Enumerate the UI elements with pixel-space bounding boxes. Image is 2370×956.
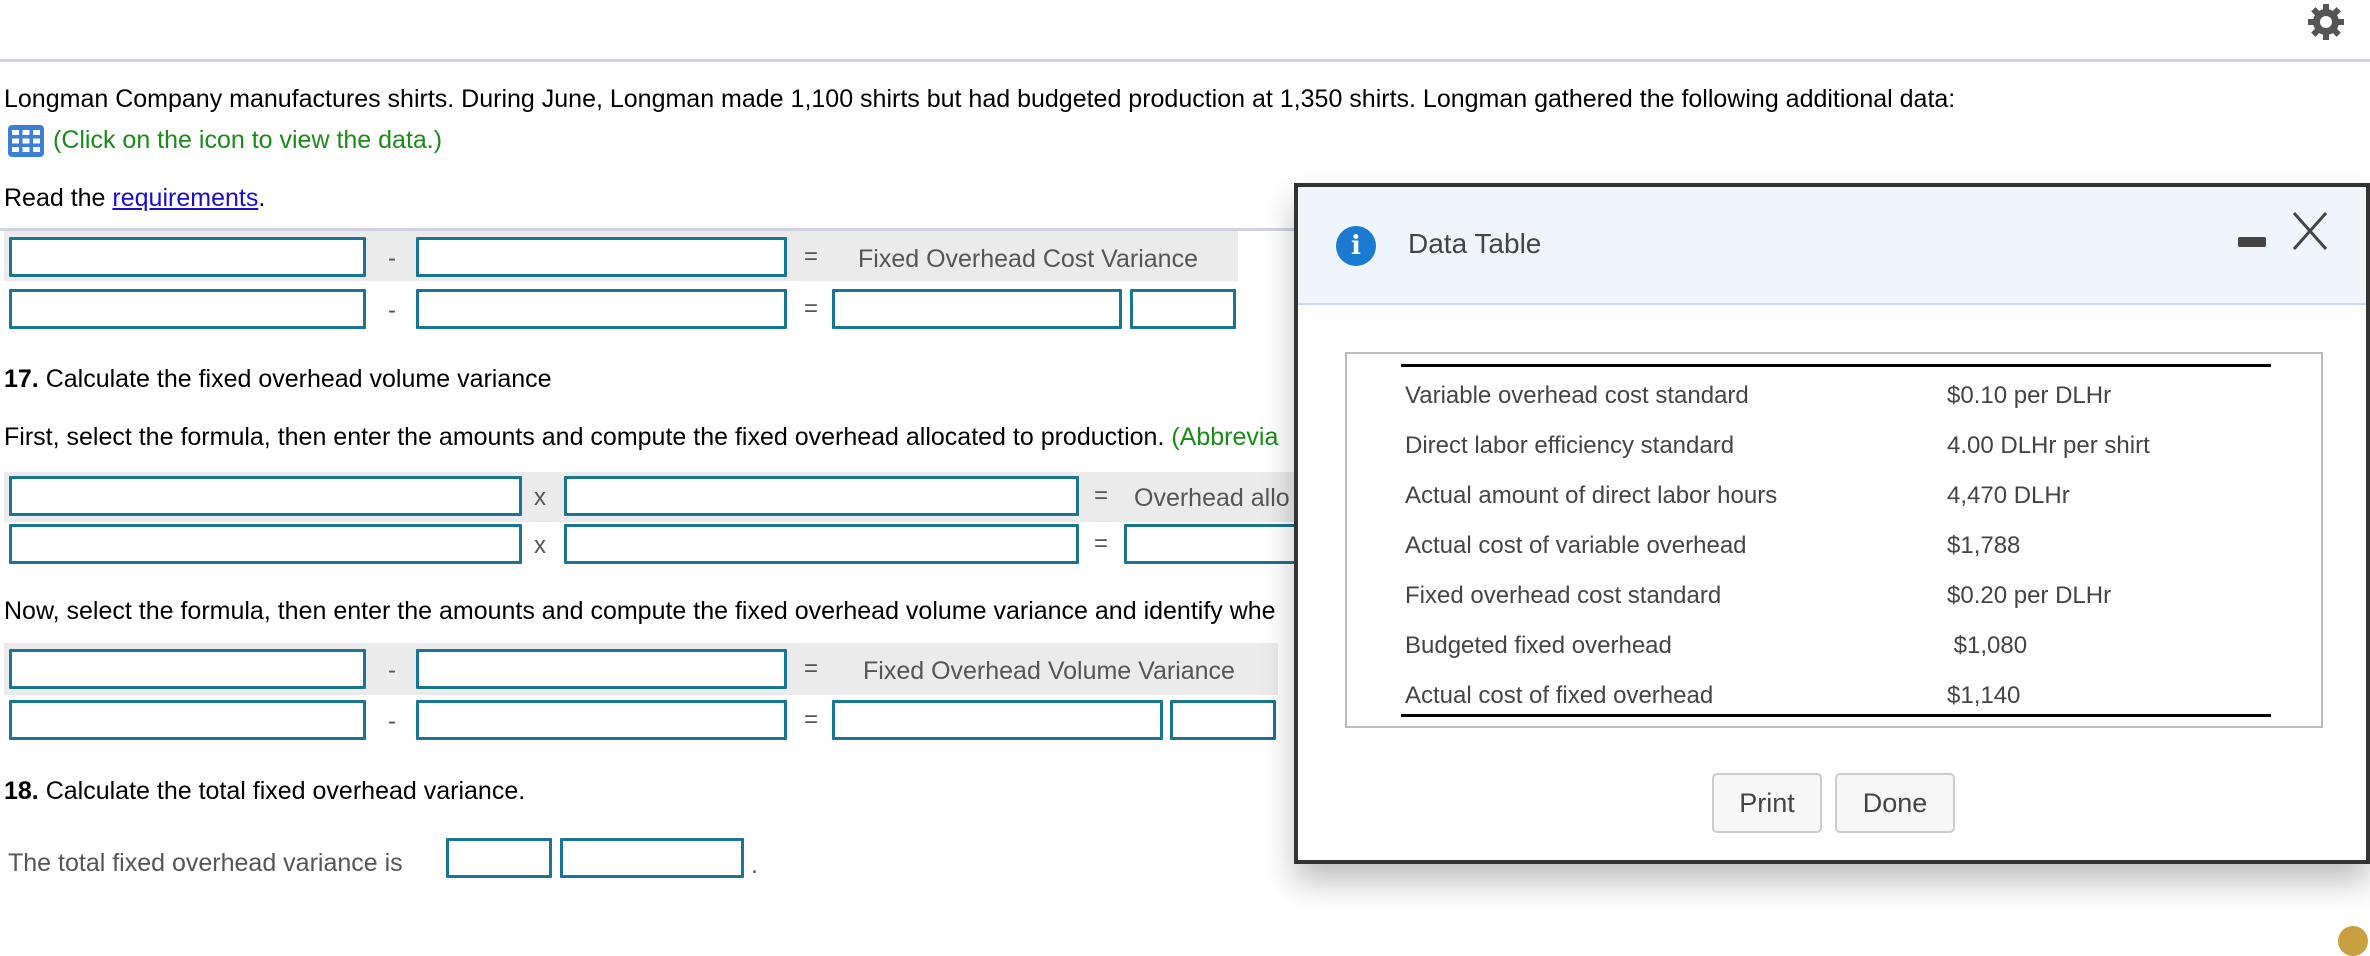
result-type-select[interactable]	[1170, 700, 1276, 740]
formula-select-b[interactable]	[416, 237, 787, 277]
table-top-rule	[1401, 364, 2271, 367]
equals-operator: =	[1094, 482, 1109, 509]
amount-input-b[interactable]	[416, 700, 787, 740]
read-prefix: Read the	[4, 184, 113, 212]
table-row-label: Actual cost of fixed overhead	[1405, 682, 1714, 709]
total-variance-amount-input[interactable]	[446, 838, 552, 878]
data-table: Variable overhead cost standard $0.10 pe…	[1345, 352, 2323, 728]
instruction-volume-variance: Now, select the formula, then enter the …	[4, 597, 1276, 625]
done-button[interactable]: Done	[1835, 773, 1955, 833]
view-data-link[interactable]: (Click on the icon to view the data.)	[53, 125, 442, 155]
amount-input-b[interactable]	[416, 289, 787, 329]
close-icon[interactable]	[2288, 209, 2332, 253]
amount-row-allocated: x =	[4, 522, 1324, 568]
question-text: Calculate the total fixed overhead varia…	[38, 777, 526, 805]
result-amount-input[interactable]	[832, 700, 1163, 740]
total-variance-type-select[interactable]	[560, 838, 744, 878]
table-bottom-rule	[1401, 714, 2271, 717]
problem-statement: Longman Company manufactures shirts. Dur…	[4, 85, 1956, 113]
equals-operator: =	[804, 706, 819, 733]
result-amount-input[interactable]	[832, 289, 1122, 329]
formula-row-allocated: x = Overhead allo	[4, 472, 1294, 522]
table-row-label: Actual amount of direct labor hours	[1405, 482, 1778, 509]
question-number: 18.	[4, 777, 39, 805]
data-table-dialog: i Data Table Variable overhead cost stan…	[1294, 183, 2370, 864]
minus-operator: -	[388, 297, 396, 324]
amount-input-a[interactable]	[9, 524, 522, 564]
table-row-label: Direct labor efficiency standard	[1405, 432, 1735, 459]
help-bubble-icon[interactable]	[2338, 926, 2368, 956]
multiply-operator: x	[534, 484, 546, 511]
sentence-period: .	[751, 851, 758, 879]
equals-operator: =	[804, 655, 819, 682]
dialog-title: Data Table	[1408, 228, 1542, 259]
minus-operator: -	[388, 245, 396, 272]
read-requirements-line: Read the requirements.	[4, 183, 265, 213]
result-label: Overhead allo	[1134, 484, 1290, 512]
result-label: Fixed Overhead Volume Variance	[863, 657, 1235, 685]
formula-row-volume-variance: - = Fixed Overhead Volume Variance	[4, 643, 1278, 695]
table-row-value: $1,140	[1947, 682, 2021, 709]
instruction-text: First, select the formula, then enter th…	[4, 423, 1172, 451]
question-18-heading: 18. Calculate the total fixed overhead v…	[4, 776, 525, 806]
equals-operator: =	[804, 243, 819, 270]
minimize-icon[interactable]	[2238, 237, 2266, 247]
requirements-link[interactable]: requirements	[112, 184, 258, 212]
result-label: Fixed Overhead Cost Variance	[858, 245, 1198, 273]
formula-select-a[interactable]	[9, 237, 366, 277]
minus-operator: -	[388, 708, 396, 735]
table-row-value: $0.10 per DLHr	[1947, 382, 2112, 409]
formula-select-a[interactable]	[9, 649, 366, 689]
dialog-header: i Data Table	[1298, 187, 2366, 305]
multiply-operator: x	[534, 532, 546, 559]
question-text: Calculate the fixed overhead volume vari…	[38, 365, 552, 393]
gear-icon[interactable]	[2306, 2, 2346, 42]
amount-input-b[interactable]	[564, 524, 1079, 564]
equals-operator: =	[1094, 530, 1109, 557]
table-row-label: Actual cost of variable overhead	[1405, 532, 1747, 559]
table-row-value: $1,080	[1947, 632, 2028, 659]
total-variance-sentence: The total fixed overhead variance is	[8, 849, 403, 877]
minus-operator: -	[388, 657, 396, 684]
amount-row-volume-variance: - =	[4, 698, 1278, 744]
print-button[interactable]: Print	[1712, 773, 1822, 833]
formula-row-cost-variance: - = Fixed Overhead Cost Variance	[4, 231, 1238, 281]
table-row-value: 4,470 DLHr	[1947, 482, 2070, 509]
question-number: 17.	[4, 365, 39, 393]
table-row-value: $0.20 per DLHr	[1947, 582, 2112, 609]
amount-input-a[interactable]	[9, 289, 366, 329]
instruction-allocated: First, select the formula, then enter th…	[4, 422, 1278, 452]
formula-select-a[interactable]	[9, 476, 522, 516]
table-row-value: $1,788	[1947, 532, 2021, 559]
info-icon: i	[1336, 226, 1376, 266]
table-row-value: 4.00 DLHr per shirt	[1947, 432, 2150, 459]
amount-row-cost-variance: - =	[4, 287, 1238, 333]
table-row-label: Fixed overhead cost standard	[1405, 582, 1722, 609]
question-17-heading: 17. Calculate the fixed overhead volume …	[4, 364, 552, 394]
abbreviation-hint: (Abbrevia	[1171, 423, 1279, 451]
formula-select-b[interactable]	[564, 476, 1079, 516]
result-type-select[interactable]	[1130, 289, 1236, 329]
table-grid-icon[interactable]	[8, 125, 44, 157]
amount-input-a[interactable]	[9, 700, 366, 740]
equals-operator: =	[804, 295, 819, 322]
table-row-label: Variable overhead cost standard	[1405, 382, 1749, 409]
formula-select-b[interactable]	[416, 649, 787, 689]
read-suffix: .	[258, 184, 266, 212]
table-row-label: Budgeted fixed overhead	[1405, 632, 1672, 659]
top-toolbar	[0, 0, 2370, 62]
